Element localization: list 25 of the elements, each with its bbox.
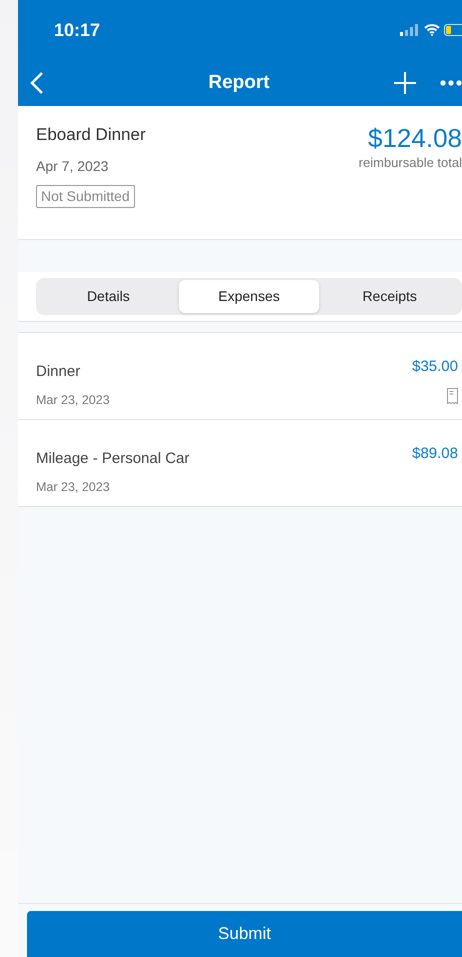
status-time: 10:17 <box>54 18 100 42</box>
expense-row[interactable]: Dinner Mar 23, 2023 $35.00 <box>18 332 462 420</box>
expense-name: Mileage - Personal Car <box>36 448 190 468</box>
expense-name: Dinner <box>36 362 82 382</box>
expense-amount: $35.00 <box>412 356 458 376</box>
tab[interactable]: Receipts <box>319 280 460 312</box>
report-date: Apr 7, 2023 <box>36 156 110 176</box>
tab[interactable]: Expenses <box>178 280 320 312</box>
expense-row[interactable]: Mileage - Personal Car Mar 23, 2023 $89.08 <box>18 420 462 506</box>
total-label: reimbursable total <box>358 154 462 172</box>
tab[interactable]: Details <box>38 280 179 312</box>
more-icon[interactable] <box>440 80 462 86</box>
status-tag: Not Submitted <box>36 184 135 208</box>
battery-icon <box>444 24 462 36</box>
expense-amount: $89.08 <box>412 444 458 464</box>
submit-button[interactable]: Submit <box>27 911 462 957</box>
nav-title: Report <box>207 70 271 95</box>
back-icon[interactable] <box>30 71 44 95</box>
expense-date: Mar 23, 2023 <box>36 392 110 409</box>
report-total: $124.08 <box>367 124 462 153</box>
add-icon[interactable] <box>394 72 416 94</box>
report-name: Eboard Dinner <box>36 124 146 146</box>
expense-date: Mar 23, 2023 <box>36 479 111 496</box>
signal-icon <box>400 24 420 36</box>
wifi-icon <box>424 24 440 36</box>
